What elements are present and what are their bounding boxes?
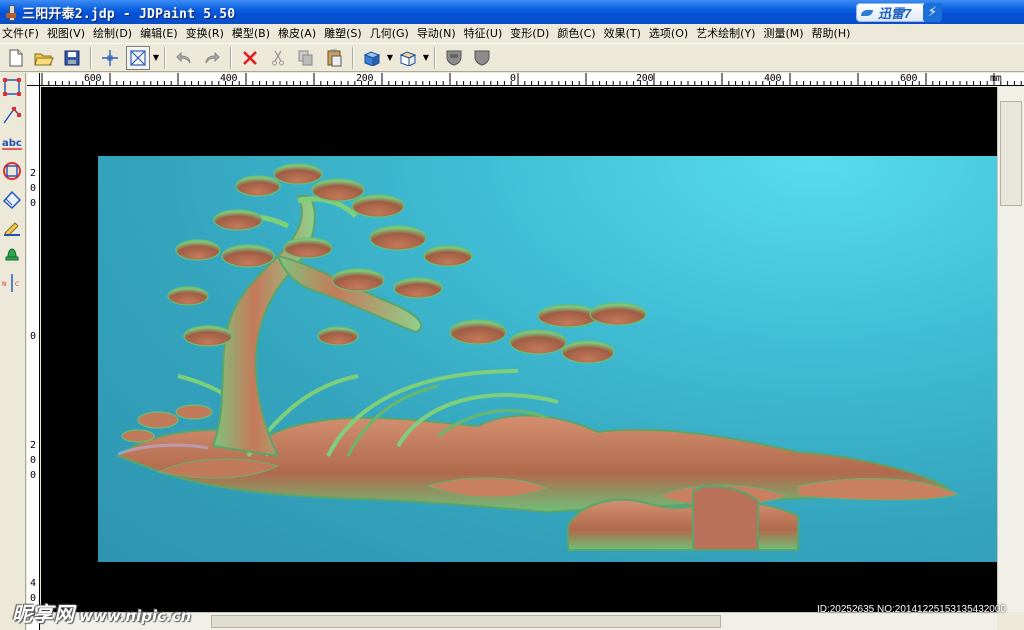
jdpaint-window: 三阳开泰2.jdp - JDPaint 5.50 迅雷7 ⚡ 文件(F) 视图(… [0,0,1024,630]
menu-color[interactable]: 颜色(C) [557,25,600,41]
nc-measure-icon[interactable]: NC [0,269,24,297]
menu-effect[interactable]: 效果(T) [604,25,646,41]
menu-model[interactable]: 模型(B) [232,25,275,41]
toolbar-separator [434,46,436,69]
menu-guide[interactable]: 导动(N) [417,25,461,41]
dropdown-arrow-icon[interactable]: ▼ [386,46,394,70]
dropdown-arrow-icon[interactable]: ▼ [422,46,430,70]
menu-transform[interactable]: 变换(R) [186,25,229,41]
menu-view[interactable]: 视图(V) [47,25,90,41]
title-bar: 三阳开泰2.jdp - JDPaint 5.50 迅雷7 ⚡ [0,0,1024,24]
pine-tree-relief [115,163,960,551]
xunlei-bird-icon [861,8,875,18]
menu-draw[interactable]: 绘制(D) [93,25,137,41]
paste-icon[interactable] [322,46,346,70]
main-toolbar: ▼ ▼ ▼ [0,43,1024,72]
cut-icon[interactable] [266,46,290,70]
eraser-icon[interactable] [0,185,24,213]
left-tool-panel: abc NC [0,73,26,630]
vertical-scroll-thumb[interactable] [1000,101,1022,206]
menu-edit[interactable]: 编辑(E) [140,25,183,41]
save-icon[interactable] [60,46,84,70]
ruler-label: 600 [84,73,102,84]
vertical-ruler[interactable]: 200 0 200 400 [27,86,40,630]
bell-marker-icon[interactable] [0,241,24,269]
app-icon[interactable] [4,5,18,21]
svg-text:C: C [15,281,19,288]
drawing-canvas[interactable] [41,87,997,612]
toolbar-separator [90,46,92,69]
menu-art-draw[interactable]: 艺术绘制(Y) [696,25,760,41]
horizontal-ruler[interactable]: 600 400 200 0 200 400 600 mm [40,73,1024,86]
xunlei-badge[interactable]: 迅雷7 ⚡ [856,3,942,22]
brush-icon[interactable] [0,213,24,241]
menu-help[interactable]: 帮助(H) [812,25,856,41]
ruler-label: 400 [764,73,782,84]
ruler-label: 400 [220,73,238,84]
vertical-scrollbar[interactable] [997,87,1024,612]
ruler-label: 200 [30,440,37,481]
box-select-icon[interactable] [126,45,150,70]
ruler-unit: mm [990,73,1002,84]
dropdown-arrow-icon[interactable]: ▼ [152,46,160,70]
toolbar-separator [164,46,166,69]
svg-text:N: N [2,281,7,288]
ruler-label: 200 [356,73,374,84]
menu-feature[interactable]: 特征(U) [464,25,508,41]
ruler-label: 0 [510,73,516,84]
ruler-label: 200 [30,168,37,209]
watermark-url: www.nipic.cn [79,607,192,625]
new-file-icon[interactable] [4,46,28,70]
rect-circle-icon[interactable] [0,157,24,185]
crosshair-icon[interactable] [98,46,122,70]
menu-bar: 文件(F) 视图(V) 绘制(D) 编辑(E) 变换(R) 模型(B) 橡皮(A… [0,24,1024,42]
menu-geometry[interactable]: 几何(G) [370,25,414,41]
menu-file[interactable]: 文件(F) [2,25,44,41]
undo-icon[interactable] [172,46,196,70]
redo-icon[interactable] [200,46,224,70]
ruler-corner [27,73,40,86]
watermark: 昵享网 www.nipic.cn [12,598,191,627]
shield-back-icon[interactable] [470,46,494,70]
menu-sculpt[interactable]: 雕塑(S) [324,25,367,41]
xunlei-label: 迅雷7 [878,6,912,21]
ruler-label: 0 [30,331,37,342]
horizontal-scroll-thumb[interactable] [211,615,721,628]
ruler-label: 600 [900,73,918,84]
svg-text:abc: abc [2,138,22,149]
cube-view-icon[interactable] [360,46,384,70]
image-id-text: ID:20252635 NO:20141225153135432000 [816,604,1006,615]
open-folder-icon[interactable] [32,46,56,70]
menu-eraser[interactable]: 橡皮(A) [278,25,321,41]
watermark-brand: 昵享网 [12,602,75,626]
box-view-icon[interactable] [396,46,420,70]
toolbar-separator [352,46,354,69]
toolbar-separator [230,46,232,69]
shield-front-icon[interactable] [442,46,466,70]
window-title: 三阳开泰2.jdp - JDPaint 5.50 [22,6,236,22]
menu-measure[interactable]: 测量(M) [763,25,808,41]
copy-icon[interactable] [294,46,318,70]
select-node-icon[interactable] [0,73,24,101]
delete-icon[interactable] [238,46,262,70]
lightning-icon: ⚡ [923,3,942,22]
text-abc-icon[interactable]: abc [0,129,24,157]
relief-model-view[interactable] [98,156,997,562]
pen-node-icon[interactable] [0,101,24,129]
menu-deform[interactable]: 变形(D) [510,25,554,41]
menu-options[interactable]: 选项(O) [649,25,693,41]
ruler-label: 200 [636,73,654,84]
